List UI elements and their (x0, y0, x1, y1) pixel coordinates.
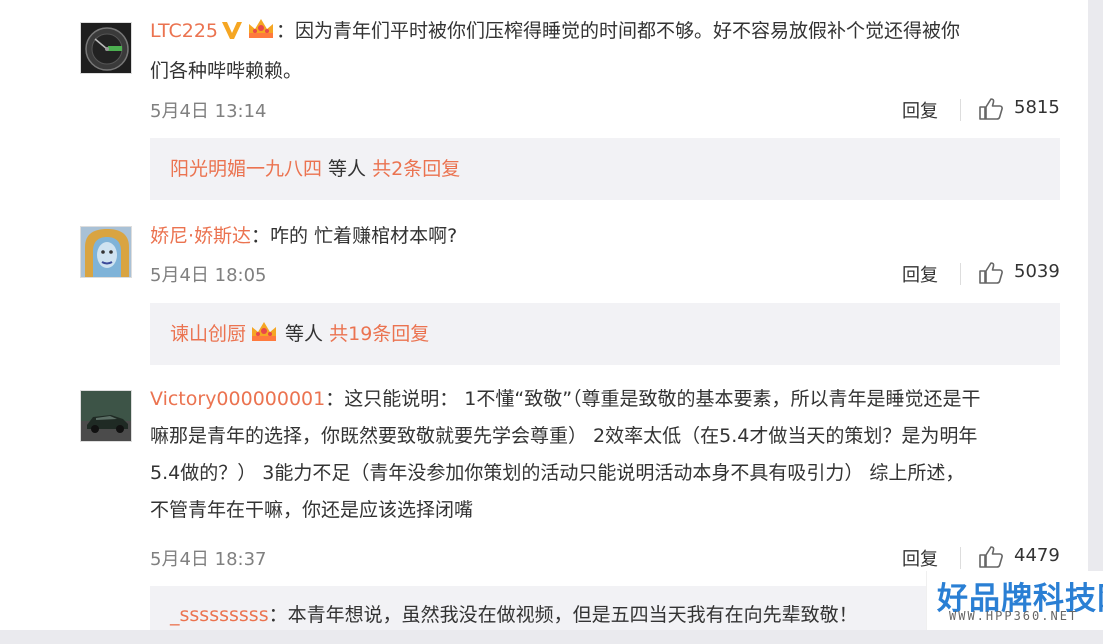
comment-item: Victory000000001：这只能说明： 1不懂“致敬”（尊重是致敬的基本… (0, 370, 1088, 630)
username-link[interactable]: Victory000000001 (150, 388, 325, 410)
sub-reply-user-link[interactable]: _sssssssss (170, 604, 269, 626)
divider (960, 547, 961, 569)
thumbs-up-icon[interactable] (978, 545, 1004, 574)
username-link[interactable]: 娇尼·娇斯达 (150, 225, 251, 247)
sub-replies: 阳光明媚一九八四 等人 共2条回复 (150, 138, 1060, 200)
comment-date: 5月4日 18:37 (150, 549, 267, 570)
verified-v-icon[interactable] (221, 16, 243, 53)
sub-reply-others: 等人 (322, 158, 373, 180)
character-avatar-icon (81, 227, 131, 277)
comment-meta: 5月4日 13:14 回复 5815 (150, 97, 1060, 125)
site-watermark: 好品牌科技网 WWW.HPP360.NET (926, 571, 1103, 630)
avatar[interactable] (80, 226, 132, 278)
divider (960, 99, 961, 121)
sub-reply-user-link[interactable]: 谏山创厨 (170, 323, 246, 345)
reply-button[interactable]: 回复 (902, 97, 938, 123)
comment-text: ：这只能说明： 1不懂“致敬”（尊重是致敬的基本要素，所以青年是睡觉还是干 (325, 388, 981, 410)
comment-list: LTC225 ：因为青年们平时被你们压榨得睡觉的时间都不够。好不容易放假补个觉还得… (0, 0, 1088, 630)
comment-item: LTC225 ：因为青年们平时被你们压榨得睡觉的时间都不够。好不容易放假补个觉还得… (0, 0, 1088, 200)
username-link[interactable]: LTC225 (150, 20, 218, 42)
sub-reply-preview: _sssssssss：本青年想说，虽然我没在做视频，但是五四当天我有在向先辈致敬… (150, 586, 1060, 630)
comment-text: ：咋的 忙着赚棺材本啊? (251, 225, 458, 247)
thumbs-up-icon[interactable] (978, 97, 1004, 126)
sub-reply-user-link[interactable]: 阳光明媚一九八四 (170, 158, 322, 180)
thumbs-up-icon[interactable] (978, 261, 1004, 290)
comment-item: 娇尼·娇斯达：咋的 忙着赚棺材本啊? 5月4日 18:05 回复 5039 谏山… (0, 200, 1088, 370)
like-count: 5815 (1014, 97, 1060, 118)
comment-text: 们各种哔哔赖赖。 (150, 60, 303, 82)
sub-reply-total-link[interactable]: 共19条回复 (329, 323, 429, 345)
reply-button[interactable]: 回复 (902, 261, 938, 287)
avatar[interactable] (80, 390, 132, 442)
comment-meta: 5月4日 18:37 回复 4479 (150, 545, 1060, 573)
vip-crown-icon[interactable] (246, 16, 276, 53)
like-count: 4479 (1014, 545, 1060, 566)
sub-reply-others: 等人 (279, 323, 330, 345)
comment-text: 不管青年在干嘛，你还是应该选择闭嘴 (150, 499, 474, 521)
comment-body: LTC225 ：因为青年们平时被你们压榨得睡觉的时间都不够。好不容易放假补个觉还得… (150, 13, 1060, 90)
avatar[interactable] (80, 22, 132, 74)
watermark-url: WWW.HPP360.NET (949, 609, 1079, 623)
comment-text: 5.4做的？） 3能力不足（青年没参加你策划的活动只能说明活动本身不具有吸引力）… (150, 462, 965, 484)
divider (960, 263, 961, 285)
sub-replies: 谏山创厨 等人 共19条回复 (150, 303, 1060, 365)
gauge-avatar-icon (81, 23, 131, 73)
comment-text: ：因为青年们平时被你们压榨得睡觉的时间都不够。好不容易放假补个觉还得被你 (276, 20, 961, 42)
vip-crown-icon[interactable] (249, 306, 279, 368)
comment-text: 嘛那是青年的选择，你既然要致敬就要先学会尊重） 2效率太低（在5.4才做当天的策… (150, 425, 978, 447)
car-avatar-icon (81, 391, 131, 441)
sub-reply-text: ：本青年想说，虽然我没在做视频，但是五四当天我有在向先辈致敬！ (268, 604, 858, 626)
like-count: 5039 (1014, 261, 1060, 282)
comment-meta: 5月4日 18:05 回复 5039 (150, 261, 1060, 289)
sub-reply-total-link[interactable]: 共2条回复 (372, 158, 460, 180)
reply-button[interactable]: 回复 (902, 545, 938, 571)
comment-body: Victory000000001：这只能说明： 1不懂“致敬”（尊重是致敬的基本… (150, 381, 1060, 529)
comment-date: 5月4日 18:05 (150, 265, 267, 286)
comment-body: 娇尼·娇斯达：咋的 忙着赚棺材本啊? (150, 218, 1060, 255)
page: LTC225 ：因为青年们平时被你们压榨得睡觉的时间都不够。好不容易放假补个觉还得… (0, 0, 1103, 630)
comment-date: 5月4日 13:14 (150, 101, 267, 122)
